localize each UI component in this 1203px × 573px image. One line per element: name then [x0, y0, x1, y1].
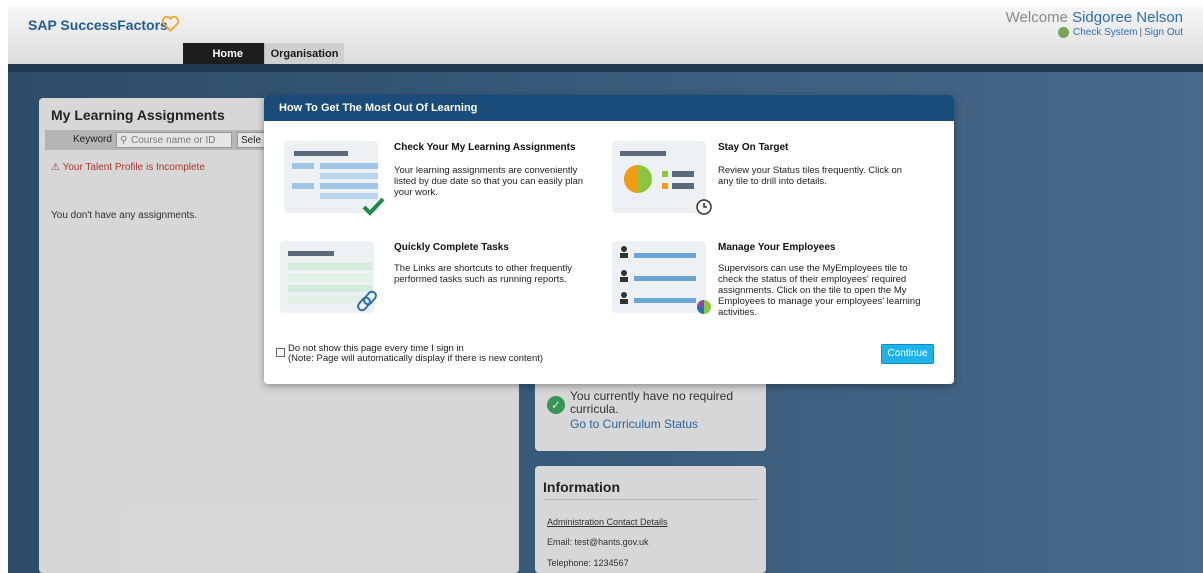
tip-body-assignments: Your learning assignments are convenient… — [394, 165, 584, 198]
tip-body-employees: Supervisors can use the MyEmployees tile… — [718, 263, 921, 318]
welcome-label: Welcome — [1005, 9, 1068, 26]
sign-out-link[interactable]: Sign Out — [1144, 27, 1183, 38]
welcome-line: Welcome Sidgoree Nelson — [1006, 9, 1183, 26]
target-illustration — [612, 141, 712, 215]
heart-logo-icon — [161, 15, 180, 32]
continue-button[interactable]: Continue — [881, 344, 934, 364]
logo-text[interactable]: SAP SuccessFactors — [28, 17, 168, 33]
top-header: SAP SuccessFactors Home Organisation Wel… — [8, 7, 1203, 64]
tip-body-on-target: Review your Status tiles frequently. Cli… — [718, 165, 903, 187]
system-check-icon — [1058, 27, 1069, 38]
tip-title-tasks: Quickly Complete Tasks — [394, 242, 509, 253]
learning-tips-modal: How To Get The Most Out Of Learning Chec… — [264, 95, 954, 384]
status-pie-icon — [620, 151, 712, 215]
employees-list-icon — [620, 246, 711, 314]
do-not-show-checkbox[interactable] — [276, 348, 285, 357]
employees-illustration — [612, 241, 711, 314]
tip-title-assignments: Check Your My Learning Assignments — [394, 142, 576, 153]
tab-home[interactable]: Home — [183, 43, 264, 64]
link-separator: | — [1139, 27, 1143, 38]
list-check-icon — [292, 151, 385, 216]
tab-organisation[interactable]: Organisation — [264, 43, 344, 64]
main-nav: Home Organisation — [183, 43, 344, 64]
tasks-illustration — [280, 241, 377, 313]
tip-title-employees: Manage Your Employees — [718, 242, 836, 253]
header-links: Check System | Sign Out — [1006, 27, 1183, 38]
modal-title: How To Get The Most Out Of Learning — [264, 95, 954, 121]
do-not-show-label: Do not show this page every time I sign … — [288, 344, 543, 364]
welcome-area: Welcome Sidgoree Nelson Check System | S… — [1006, 9, 1183, 38]
tip-title-on-target: Stay On Target — [718, 142, 789, 153]
user-name: Sidgoree Nelson — [1072, 9, 1183, 26]
check-system-link[interactable]: Check System — [1073, 27, 1137, 38]
tip-body-tasks: The Links are shortcuts to other frequen… — [394, 263, 572, 285]
assignments-illustration — [284, 141, 385, 216]
checkbox-note: (Note: Page will automatically display i… — [288, 353, 544, 364]
link-chain-icon — [288, 251, 377, 312]
